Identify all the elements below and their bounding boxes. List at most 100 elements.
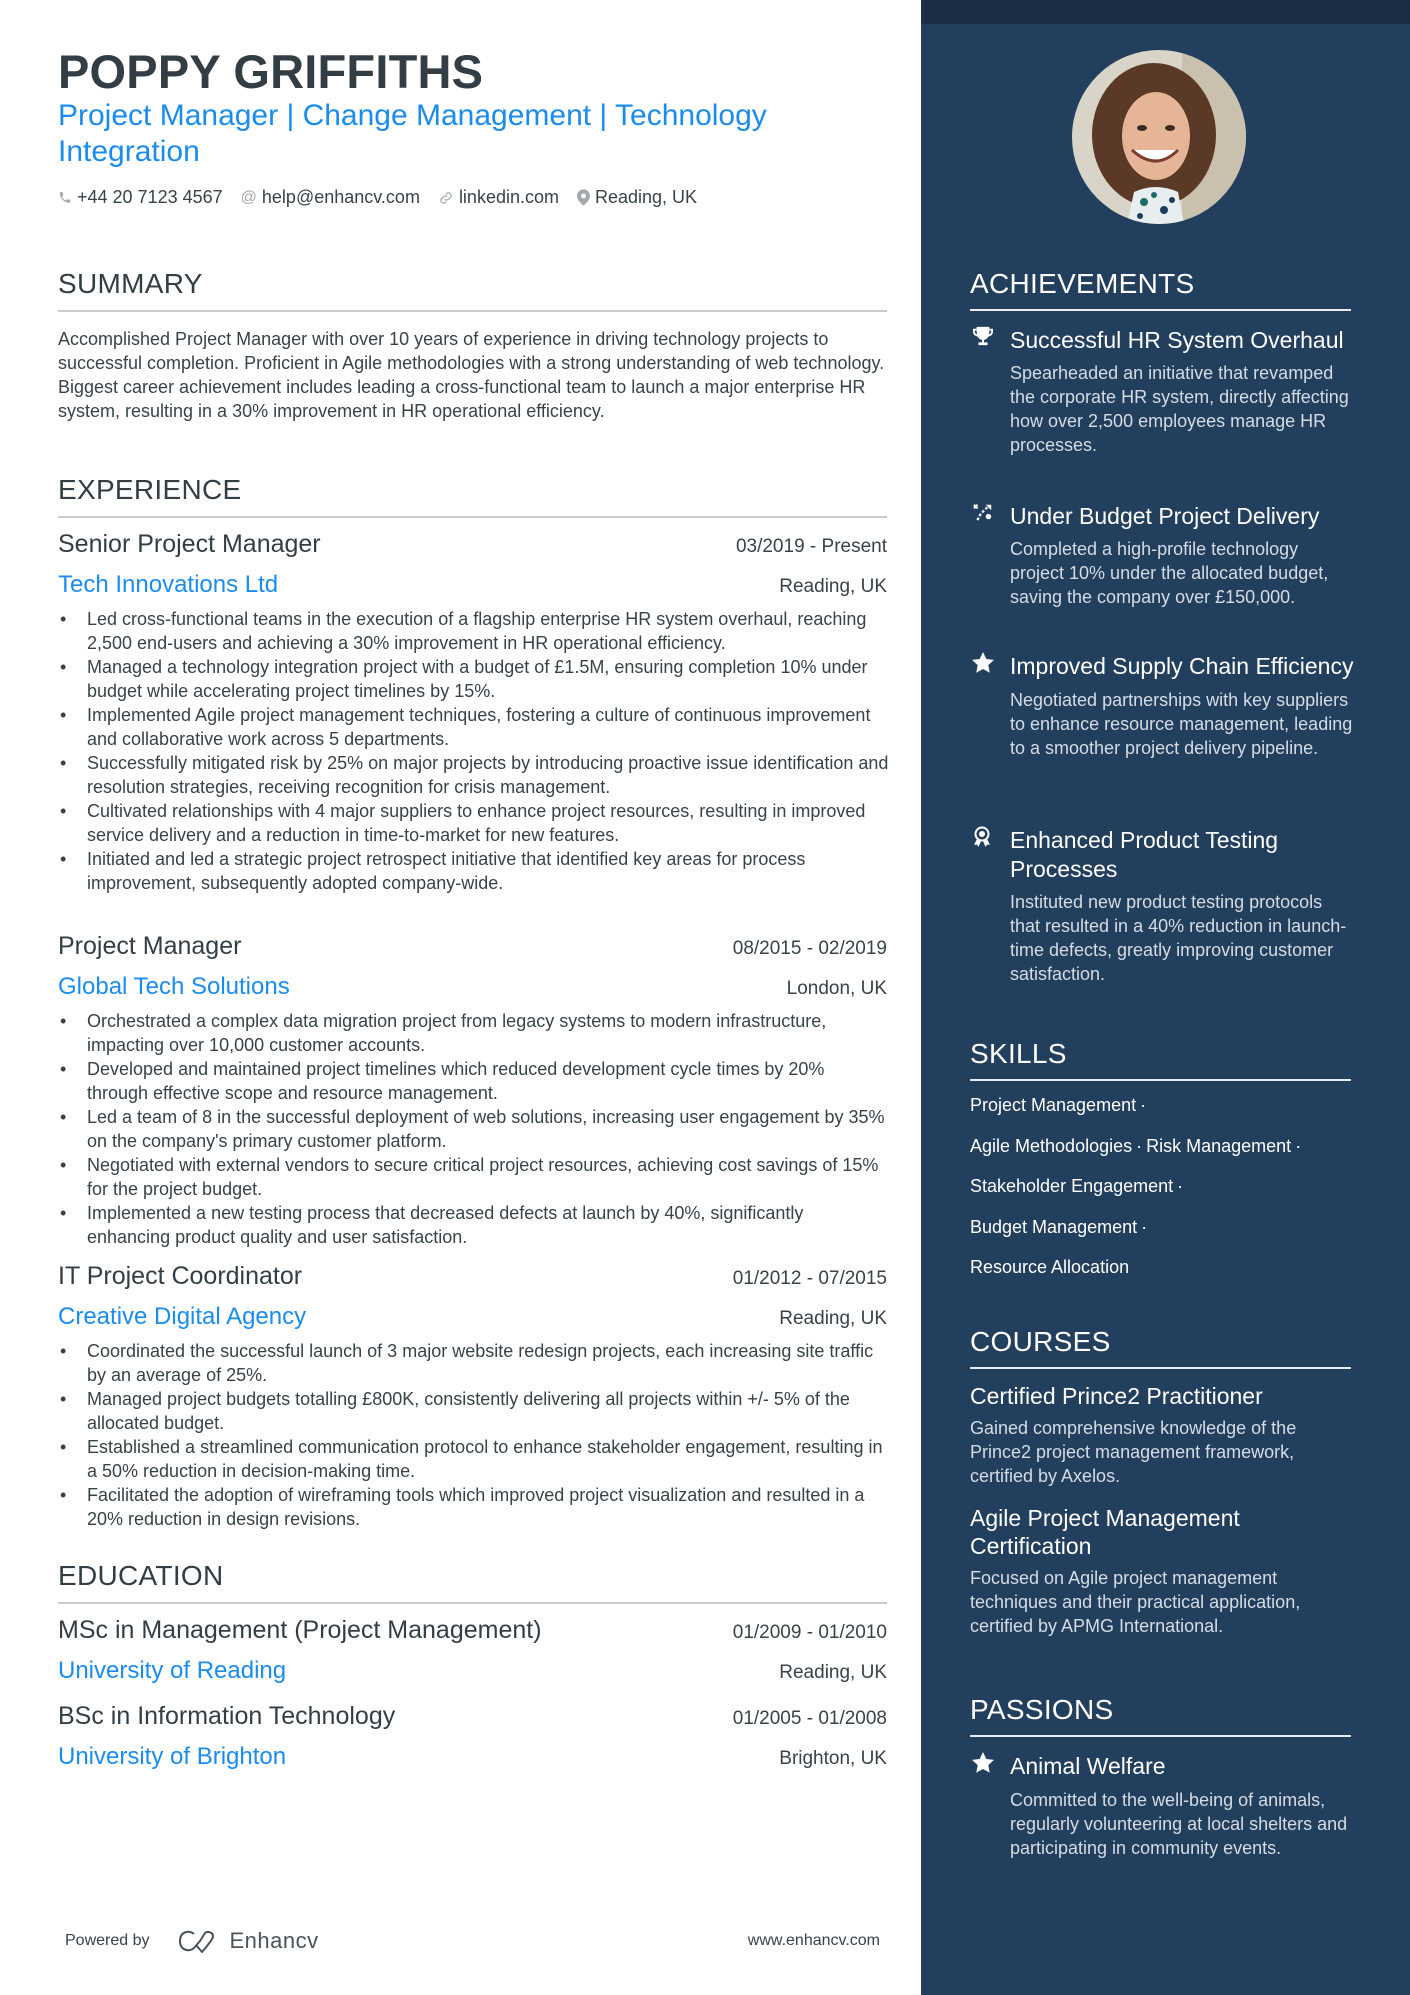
skill-separator: ·: [1140, 1095, 1147, 1115]
job-company-row: Global Tech Solutions London, UK: [58, 973, 887, 1001]
job-bullet: Orchestrated a complex data migration pr…: [58, 1009, 890, 1057]
contact-phone[interactable]: +44 20 7123 4567: [58, 187, 223, 208]
job-role: Project Manager: [58, 932, 242, 960]
enhancv-logo[interactable]: Enhancv: [176, 1928, 319, 1954]
course-item: Agile Project Management Certification F…: [970, 1504, 1360, 1638]
enhancv-logo-icon: [178, 1930, 214, 1953]
skill-item: Budget Management: [970, 1216, 1138, 1237]
education-school[interactable]: University of Reading: [58, 1657, 286, 1685]
job-bullet: Coordinated the successful launch of 3 m…: [58, 1339, 890, 1387]
achievement-title: Enhanced Product Testing Processes: [1010, 827, 1279, 882]
achievement-description: Instituted new product testing protocols…: [1010, 892, 1347, 984]
education-location: Brighton, UK: [779, 1748, 887, 1769]
education-degree: BSc in Information Technology: [58, 1702, 396, 1730]
strategy-icon: [970, 502, 1010, 531]
job-dates: 03/2019 - Present: [735, 536, 887, 557]
education-school-row: University of Brighton Brighton, UK: [58, 1743, 887, 1771]
powered-by: Powered by Enhancv: [65, 1928, 319, 1954]
course-description: Focused on Agile project management tech…: [970, 1568, 1301, 1636]
profile-photo: [1072, 50, 1246, 224]
achievement-description: Spearheaded an initiative that revamped …: [1010, 363, 1349, 455]
job-bullets: Led cross-functional teams in the execut…: [58, 607, 890, 895]
summary-text: Accomplished Project Manager with over 1…: [58, 329, 885, 421]
education-degree: MSc in Management (Project Management): [58, 1616, 542, 1644]
job-dates: 01/2012 - 07/2015: [732, 1268, 887, 1289]
course-description: Gained comprehensive knowledge of the Pr…: [970, 1418, 1297, 1486]
star-icon: [970, 652, 1010, 682]
education-dates: 01/2009 - 01/2010: [732, 1622, 887, 1643]
education-header: BSc in Information Technology 01/2005 - …: [58, 1702, 887, 1731]
contact-bar: +44 20 7123 4567 @ help@enhancv.com link…: [58, 187, 715, 208]
candidate-name: POPPY GRIFFITHS: [58, 45, 484, 98]
contact-email[interactable]: @ help@enhancv.com: [241, 187, 420, 208]
footer-website[interactable]: www.enhancv.com: [748, 1932, 880, 1950]
sidebar-top-strip: [921, 0, 1410, 24]
course-item: Certified Prince2 Practitioner Gained co…: [970, 1382, 1360, 1488]
job-header: Project Manager 08/2015 - 02/2019: [58, 932, 887, 961]
job-company-row: Tech Innovations Ltd Reading, UK: [58, 571, 887, 599]
phone-icon: [58, 190, 72, 205]
job-location: Reading, UK: [779, 1308, 887, 1329]
location-icon: [576, 189, 590, 206]
main-column: POPPY GRIFFITHS Project Manager | Change…: [0, 0, 921, 1995]
experience-heading: EXPERIENCE: [58, 474, 887, 518]
skill-separator: ·: [1177, 1176, 1184, 1197]
achievements-heading: ACHIEVEMENTS: [970, 268, 1351, 311]
email-text: help@enhancv.com: [261, 187, 420, 207]
job-bullet: Implemented a new testing process that d…: [58, 1201, 890, 1249]
job-bullet: Developed and maintained project timelin…: [58, 1057, 890, 1105]
job-role: Senior Project Manager: [58, 530, 321, 558]
passion-title: Animal Welfare: [1010, 1753, 1166, 1779]
job-bullets: Coordinated the successful launch of 3 m…: [58, 1339, 890, 1531]
job-bullet: Led a team of 8 in the successful deploy…: [58, 1105, 890, 1153]
skill-separator: ·: [1141, 1216, 1148, 1237]
job-bullet: Managed a technology integration project…: [58, 655, 890, 703]
education-header: MSc in Management (Project Management) 0…: [58, 1616, 887, 1645]
linkedin-text: linkedin.com: [458, 187, 559, 207]
contact-linkedin[interactable]: linkedin.com: [438, 187, 559, 208]
achievement-item: Improved Supply Chain Efficiency Negotia…: [970, 652, 1355, 760]
skill-separator: ·: [1136, 1135, 1143, 1156]
job-location: London, UK: [786, 978, 887, 999]
skill-item: Project Management: [970, 1095, 1137, 1115]
job-bullet: Managed project budgets totalling £800K,…: [58, 1387, 890, 1435]
job-company[interactable]: Global Tech Solutions: [58, 973, 290, 1001]
link-icon: [438, 190, 454, 206]
summary-heading: SUMMARY: [58, 268, 887, 312]
education-dates: 01/2005 - 01/2008: [732, 1708, 887, 1729]
courses-heading: COURSES: [970, 1326, 1351, 1369]
job-company[interactable]: Creative Digital Agency: [58, 1303, 306, 1331]
achievement-title: Under Budget Project Delivery: [1010, 503, 1320, 529]
education-school[interactable]: University of Brighton: [58, 1743, 286, 1771]
passions-heading: PASSIONS: [970, 1694, 1351, 1737]
achievement-item: Successful HR System Overhaul Spearheade…: [970, 326, 1355, 457]
achievement-item: Under Budget Project Delivery Completed …: [970, 502, 1355, 609]
at-icon: @: [240, 188, 257, 206]
skills-list: Project Management · Agile Methodologies ·…: [970, 1093, 1360, 1296]
job-company[interactable]: Tech Innovations Ltd: [58, 571, 278, 599]
job-bullet: Facilitated the adoption of wireframing …: [58, 1483, 890, 1531]
job-bullet: Led cross-functional teams in the execut…: [58, 607, 890, 655]
job-bullet: Successfully mitigated risk by 25% on ma…: [58, 751, 890, 799]
job-bullet: Initiated and led a strategic project re…: [58, 847, 890, 895]
skill-separator: ·: [1295, 1135, 1302, 1156]
achievement-description: Negotiated partnerships with key supplie…: [1010, 690, 1353, 758]
job-bullet: Cultivated relationships with 4 major su…: [58, 799, 890, 847]
achievement-description: Completed a high-profile technology proj…: [1010, 539, 1329, 607]
skill-item: Agile Methodologies: [970, 1135, 1133, 1156]
achievement-item: Enhanced Product Testing Processes Insti…: [970, 826, 1355, 986]
skills-heading: SKILLS: [970, 1038, 1351, 1081]
award-ribbon-icon: [970, 826, 1010, 857]
skill-item: Risk Management: [1146, 1135, 1292, 1156]
job-bullet: Negotiated with external vendors to secu…: [58, 1153, 890, 1201]
achievement-title: Successful HR System Overhaul: [1010, 327, 1344, 353]
education-school-row: University of Reading Reading, UK: [58, 1657, 887, 1685]
job-company-row: Creative Digital Agency Reading, UK: [58, 1303, 887, 1331]
job-header: IT Project Coordinator 01/2012 - 07/2015: [58, 1262, 887, 1291]
job-bullet: Implemented Agile project management tec…: [58, 703, 890, 751]
job-bullets: Orchestrated a complex data migration pr…: [58, 1009, 890, 1249]
course-title: Agile Project Management Certification: [970, 1505, 1240, 1559]
trophy-icon: [970, 326, 1010, 355]
course-title: Certified Prince2 Practitioner: [970, 1383, 1263, 1409]
job-header: Senior Project Manager 03/2019 - Present: [58, 530, 887, 559]
